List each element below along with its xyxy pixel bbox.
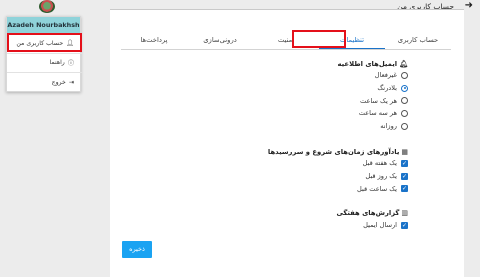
tab-import[interactable]: درونی‌سازی <box>187 32 253 49</box>
section-title: گزارش‌های هفتگی <box>336 209 400 217</box>
menu-item-highlight <box>7 33 82 52</box>
section-title: ایمیل‌های اطلاعیه <box>337 59 398 68</box>
radio-option[interactable]: غیرفعال <box>338 69 408 82</box>
bell-icon: 🔔︎ <box>399 59 408 68</box>
radio-option[interactable]: روزانه <box>338 120 408 133</box>
checkbox[interactable]: ✓ <box>401 221 408 229</box>
checkbox[interactable]: ✓ <box>401 172 408 180</box>
checkbox-option[interactable]: ✓ یک ساعت قبل <box>268 182 408 195</box>
checkbox-option[interactable]: ✓ یک روز قبل <box>268 170 408 183</box>
menu-item-help[interactable]: ⓘ راهنما <box>50 58 75 67</box>
tab-bar: حساب کاربری تنظیمات امنیت درونی‌سازی پرد… <box>121 32 451 50</box>
checkbox-option[interactable]: ✓ ارسال ایمیل <box>337 219 408 232</box>
divider <box>7 53 82 54</box>
settings-card <box>110 10 464 277</box>
radio-button[interactable] <box>401 84 408 92</box>
tab-settings-highlight <box>292 30 346 48</box>
checkbox[interactable]: ✓ <box>401 159 408 167</box>
notification-emails-section: 🔔︎ ایمیل‌های اطلاعیه غیرفعال بلادرنگ هر … <box>338 58 408 132</box>
divider <box>7 72 82 73</box>
radio-option[interactable]: هر سه ساعت <box>338 107 408 120</box>
save-button[interactable]: ذخیره <box>122 241 152 258</box>
menu-item-logout[interactable]: ⇥ خروج <box>52 79 74 86</box>
radio-option[interactable]: هر یک ساعت <box>338 94 408 107</box>
user-menu-dropdown: Azadeh Nourbakhsh 👤︎ حساب کاربری من ⓘ را… <box>6 16 82 92</box>
section-title: یادآورهای زمان‌های شروع و سررسیدها <box>267 147 400 156</box>
arrow-right-icon[interactable]: ➜ <box>465 0 473 11</box>
avatar[interactable] <box>39 0 55 13</box>
checkbox-option[interactable]: ✓ یک هفته قبل <box>268 157 408 170</box>
radio-option[interactable]: بلادرنگ <box>338 82 408 95</box>
radio-button[interactable] <box>401 97 408 105</box>
radio-button[interactable] <box>401 71 408 79</box>
tab-account[interactable]: حساب کاربری <box>385 32 451 49</box>
radio-button[interactable] <box>401 109 408 117</box>
tab-payments[interactable]: پرداخت‌ها <box>121 32 187 49</box>
radio-button[interactable] <box>401 122 408 130</box>
reminders-section: ▦ یادآورهای زمان‌های شروع و سررسیدها ✓ یک… <box>268 146 408 195</box>
checkbox[interactable]: ✓ <box>401 185 408 193</box>
bar-chart-icon: ▥ <box>401 209 408 217</box>
weekly-reports-section: ▥ گزارش‌های هفتگی ✓ ارسال ایمیل <box>336 207 408 232</box>
logout-icon: ⇥ <box>68 79 74 86</box>
help-icon: ⓘ <box>67 60 74 67</box>
calendar-icon: ▦ <box>401 147 408 156</box>
user-name: Azadeh Nourbakhsh <box>7 17 80 33</box>
